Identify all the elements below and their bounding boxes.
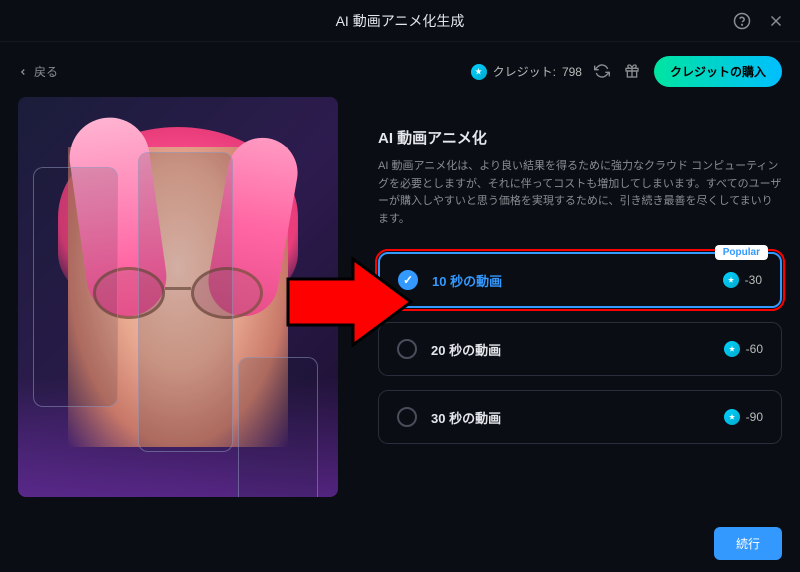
back-label: 戻る	[34, 63, 58, 80]
duration-option-10s[interactable]: Popular 10 秒の動画 -30	[378, 252, 782, 308]
credit-icon	[723, 272, 739, 288]
panel-description: AI 動画アニメ化は、より良い結果を得るために強力なクラウド コンピューティング…	[378, 158, 782, 228]
options-panel: AI 動画アニメ化 AI 動画アニメ化は、より良い結果を得るために強力なクラウド…	[378, 97, 782, 497]
credit-value: 798	[562, 65, 582, 79]
option-label: 30 秒の動画	[431, 408, 724, 427]
preview-image	[18, 97, 338, 497]
radio-unchecked-icon	[397, 407, 417, 427]
buy-credits-button[interactable]: クレジットの購入	[654, 56, 782, 87]
footer: 続行	[714, 527, 782, 560]
radio-checked-icon	[398, 270, 418, 290]
radio-unchecked-icon	[397, 339, 417, 359]
credit-label: クレジット:	[493, 63, 556, 80]
popular-badge: Popular	[715, 245, 768, 260]
main-area: 戻る クレジット: 798 クレジットの購入	[0, 42, 800, 497]
continue-button[interactable]: 続行	[714, 527, 782, 560]
duration-option-30s[interactable]: 30 秒の動画 -90	[378, 390, 782, 444]
close-icon[interactable]	[766, 11, 786, 31]
content-row: AI 動画アニメ化 AI 動画アニメ化は、より良い結果を得るために強力なクラウド…	[18, 97, 782, 497]
back-button[interactable]: 戻る	[18, 63, 58, 80]
credit-icon	[724, 341, 740, 357]
refresh-icon[interactable]	[594, 63, 612, 81]
panel-title: AI 動画アニメ化	[378, 127, 782, 148]
header-actions: クレジット: 798 クレジットの購入	[471, 56, 782, 87]
credit-icon	[724, 409, 740, 425]
header-row: 戻る クレジット: 798 クレジットの購入	[18, 56, 782, 87]
option-cost: -90	[724, 409, 763, 425]
option-cost: -60	[724, 341, 763, 357]
help-icon[interactable]	[732, 11, 752, 31]
credit-display: クレジット: 798	[471, 63, 582, 80]
option-label: 10 秒の動画	[432, 271, 723, 290]
title-bar: AI 動画アニメ化生成	[0, 0, 800, 42]
option-label: 20 秒の動画	[431, 340, 724, 359]
titlebar-actions	[732, 11, 786, 31]
credit-icon	[471, 64, 487, 80]
option-cost: -30	[723, 272, 762, 288]
gift-icon[interactable]	[624, 63, 642, 81]
duration-option-20s[interactable]: 20 秒の動画 -60	[378, 322, 782, 376]
window-title: AI 動画アニメ化生成	[336, 11, 465, 31]
chevron-left-icon	[18, 67, 28, 77]
